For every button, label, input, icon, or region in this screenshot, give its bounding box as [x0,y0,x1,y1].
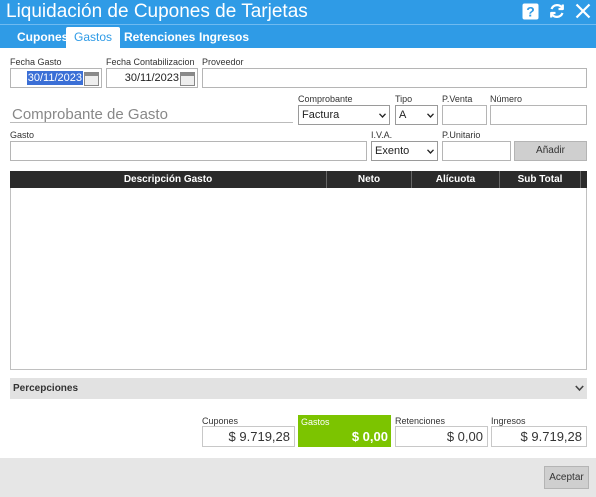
percepciones-panel[interactable]: Percepciones [10,378,587,399]
fecha-gasto-input[interactable]: 30/11/2023 [10,68,102,88]
total-value-retenciones: $ 0,00 [395,426,488,447]
chevron-down-icon [427,149,434,154]
tipo-value: A [399,109,407,121]
total-label-gastos: Gastos [301,417,330,427]
numero-input[interactable] [490,105,587,125]
comprobante-gasto-input[interactable]: Comprobante de Gasto [10,106,293,123]
iva-value: Exento [375,145,410,157]
refresh-icon[interactable] [548,2,566,20]
column-divider [580,171,581,188]
p-venta-input[interactable] [442,105,487,125]
column-header-alicuota[interactable]: Alícuota [412,171,499,188]
table-header: Descripción Gasto Neto Alícuota Sub Tota… [10,171,587,188]
comprobante-select[interactable]: Factura [298,105,390,125]
close-icon[interactable] [574,2,592,20]
percepciones-label: Percepciones [13,383,79,394]
total-value-gastos: $ 0,00 [351,429,388,444]
column-header-neto[interactable]: Neto [327,171,411,188]
tab-gastos[interactable]: Gastos [66,27,121,48]
proveedor-label: Proveedor [202,57,244,67]
total-label-retenciones: Retenciones [395,416,446,426]
gasto-input[interactable] [10,141,367,161]
tipo-label: Tipo [395,94,413,104]
svg-text:?: ? [526,3,535,19]
footer-bar [0,458,596,497]
total-value-ingresos: $ 9.719,28 [491,426,587,447]
p-venta-label: P.Venta [442,94,473,104]
gasto-label: Gasto [10,130,35,140]
expenses-table-body[interactable] [10,188,587,370]
proveedor-input[interactable] [202,68,587,88]
comprobante-value: Factura [302,109,340,121]
add-button[interactable]: Añadir [514,141,587,161]
chevron-down-icon [379,113,386,118]
total-label-cupones: Cupones [202,416,239,426]
tab-ingresos[interactable]: Ingresos [191,27,257,48]
comprobante-label: Comprobante [298,94,353,104]
column-header-subtotal[interactable]: Sub Total [500,171,580,188]
column-header-descripcion[interactable]: Descripción Gasto [10,171,326,188]
tipo-select[interactable]: A [395,105,438,125]
calendar-icon[interactable] [84,72,99,86]
total-label-ingresos: Ingresos [491,416,526,426]
total-card-gastos: Gastos $ 0,00 [298,415,391,447]
chevron-down-icon [427,113,434,118]
help-icon[interactable]: ? [521,2,539,20]
iva-label: I.V.A. [371,130,393,140]
chevron-down-icon[interactable] [575,385,584,392]
iva-select[interactable]: Exento [371,141,438,161]
window-title: Liquidación de Cupones de Tarjetas [6,1,308,22]
numero-label: Número [490,94,523,104]
fecha-contabilizacion-value: 30/11/2023 [124,72,179,84]
fecha-contabilizacion-input[interactable]: 30/11/2023 [106,68,198,88]
fecha-gasto-label: Fecha Gasto [10,57,62,67]
total-value-cupones: $ 9.719,28 [202,426,295,447]
p-unitario-label: P.Unitario [442,130,481,140]
fecha-gasto-value: 30/11/2023 [26,71,83,85]
fecha-contabilizacion-label: Fecha Contabilizacion [106,57,195,67]
p-unitario-input[interactable] [442,141,511,161]
calendar-icon[interactable] [180,72,195,86]
accept-button[interactable]: Aceptar [544,466,589,489]
